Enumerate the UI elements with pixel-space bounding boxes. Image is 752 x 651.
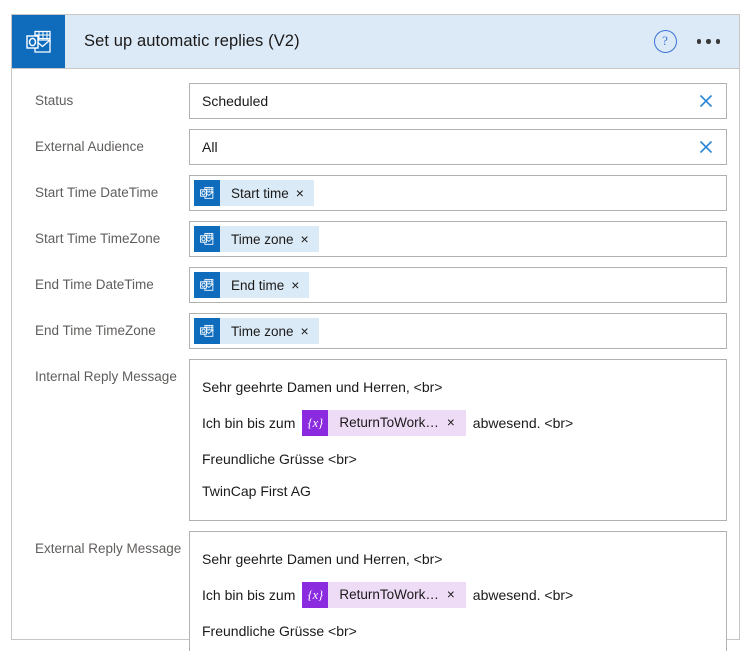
field-control: Sehr geehrte Damen und Herren, <br> Ich … xyxy=(189,359,727,521)
external-audience-value: All xyxy=(202,139,218,155)
message-text: Freundliche Grüsse <br> xyxy=(202,451,357,467)
field-control: Sehr geehrte Damen und Herren, <br> Ich … xyxy=(189,531,727,651)
message-text: Freundliche Grüsse <br> xyxy=(202,623,357,639)
field-control: All xyxy=(189,129,727,165)
field-row-end-time-timezone: End Time TimeZone Time zone × xyxy=(24,313,727,349)
remove-token-icon[interactable]: × xyxy=(299,232,319,246)
field-control: Time zone × xyxy=(189,313,727,349)
token-label: Time zone xyxy=(231,231,294,247)
close-icon[interactable] xyxy=(697,92,715,110)
token-label: Start time xyxy=(231,185,289,201)
field-label: External Reply Message xyxy=(35,541,182,556)
message-text: TwinCap First AG xyxy=(202,483,311,499)
help-icon[interactable]: ? xyxy=(653,30,677,53)
message-line: Ich bin bis zum {x} ReturnToWork… × abwe… xyxy=(202,403,714,443)
message-text: Sehr geehrte Damen und Herren, <br> xyxy=(202,379,443,395)
remove-token-icon[interactable]: × xyxy=(299,324,319,338)
remove-token-icon[interactable]: × xyxy=(289,278,309,292)
message-line: Sehr geehrte Damen und Herren, <br> xyxy=(202,371,714,403)
field-label: Status xyxy=(35,93,74,108)
token-chip[interactable]: Time zone × xyxy=(194,226,319,252)
field-label: Start Time DateTime xyxy=(35,185,159,200)
header-actions: ? xyxy=(653,30,740,53)
outlook-icon xyxy=(194,272,220,298)
more-dot xyxy=(706,39,711,44)
end-time-datetime-input[interactable]: End time × xyxy=(189,267,727,303)
action-card: Set up automatic replies (V2) ? Status S… xyxy=(11,14,740,651)
more-options-icon[interactable] xyxy=(696,39,720,44)
more-dot xyxy=(715,39,720,44)
expression-token-label: ReturnToWork… xyxy=(339,587,439,602)
field-row-end-time-datetime: End Time DateTime End time × xyxy=(24,267,727,303)
field-row-external-reply-message: External Reply Message Sehr geehrte Dame… xyxy=(24,531,727,651)
close-icon[interactable] xyxy=(697,138,715,156)
field-label: End Time TimeZone xyxy=(35,323,156,338)
page-title: Set up automatic replies (V2) xyxy=(84,32,300,50)
expression-icon: {x} xyxy=(302,410,329,436)
end-time-timezone-input[interactable]: Time zone × xyxy=(189,313,727,349)
remove-token-icon[interactable]: × xyxy=(294,186,314,200)
expression-token-chip[interactable]: {x} ReturnToWork… × xyxy=(302,582,466,608)
internal-reply-message-input[interactable]: Sehr geehrte Damen und Herren, <br> Ich … xyxy=(189,359,727,521)
remove-token-icon[interactable]: × xyxy=(444,588,466,602)
start-time-datetime-input[interactable]: Start time × xyxy=(189,175,727,211)
status-value: Scheduled xyxy=(202,93,269,109)
outlook-icon xyxy=(194,180,220,206)
message-line: Ich bin bis zum {x} ReturnToWork… × abwe… xyxy=(202,575,714,615)
token-label: End time xyxy=(231,277,285,293)
outlook-icon xyxy=(194,226,220,252)
field-row-start-time-timezone: Start Time TimeZone Time zone × xyxy=(24,221,727,257)
external-reply-message-input[interactable]: Sehr geehrte Damen und Herren, <br> Ich … xyxy=(189,531,727,651)
message-line: TwinCap First AG xyxy=(202,647,714,651)
field-row-internal-reply-message: Internal Reply Message Sehr geehrte Dame… xyxy=(24,359,727,521)
field-control: Scheduled xyxy=(189,83,727,119)
field-label: External Audience xyxy=(35,139,144,154)
message-line: Freundliche Grüsse <br> xyxy=(202,615,714,647)
message-text: Sehr geehrte Damen und Herren, <br> xyxy=(202,551,443,567)
start-time-timezone-input[interactable]: Time zone × xyxy=(189,221,727,257)
field-label: End Time DateTime xyxy=(35,277,154,292)
field-control: End time × xyxy=(189,267,727,303)
field-row-status: Status Scheduled xyxy=(24,83,727,119)
token-label: Time zone xyxy=(231,323,294,339)
field-label: Start Time TimeZone xyxy=(35,231,161,246)
expression-token-chip[interactable]: {x} ReturnToWork… × xyxy=(302,410,466,436)
screenshot-root: Set up automatic replies (V2) ? Status S… xyxy=(0,0,752,651)
message-line: Sehr geehrte Damen und Herren, <br> xyxy=(202,543,714,575)
outlook-icon xyxy=(194,318,220,344)
external-audience-input[interactable]: All xyxy=(189,129,727,165)
token-chip[interactable]: Time zone × xyxy=(194,318,319,344)
card-body: Status Scheduled External Audience All S… xyxy=(12,69,739,651)
message-text: Ich bin bis zum xyxy=(202,415,296,431)
outlook-icon xyxy=(12,15,65,68)
status-input[interactable]: Scheduled xyxy=(189,83,727,119)
token-chip[interactable]: Start time × xyxy=(194,180,314,206)
message-text: Ich bin bis zum xyxy=(202,587,296,603)
card-header: Set up automatic replies (V2) ? xyxy=(12,15,739,69)
more-dot xyxy=(696,39,701,44)
token-chip[interactable]: End time × xyxy=(194,272,310,298)
message-line: Freundliche Grüsse <br> xyxy=(202,443,714,475)
field-row-external-audience: External Audience All xyxy=(24,129,727,165)
field-row-start-time-datetime: Start Time DateTime Start time × xyxy=(24,175,727,211)
field-control: Time zone × xyxy=(189,221,727,257)
message-text: abwesend. <br> xyxy=(472,587,574,603)
message-text: abwesend. <br> xyxy=(472,415,574,431)
field-label: Internal Reply Message xyxy=(35,369,177,384)
remove-token-icon[interactable]: × xyxy=(444,416,466,430)
field-control: Start time × xyxy=(189,175,727,211)
expression-token-label: ReturnToWork… xyxy=(339,415,439,430)
expression-icon: {x} xyxy=(302,582,329,608)
message-line: TwinCap First AG xyxy=(202,475,714,507)
